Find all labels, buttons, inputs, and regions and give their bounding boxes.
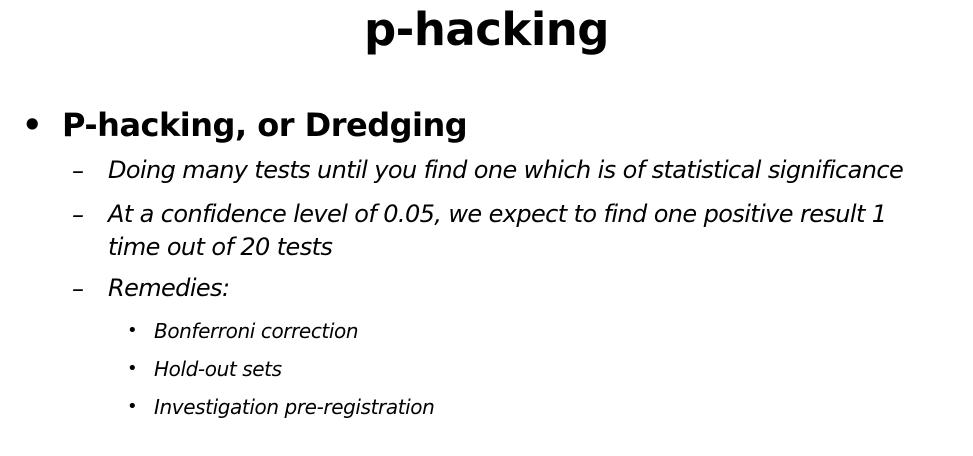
sub-bullet-remedies: Remedies:	[108, 274, 230, 302]
remedy-bonferroni-correction: Bonferroni correction	[154, 319, 359, 343]
bullet-heading-p-hacking: P-hacking, or Dredging	[62, 106, 468, 144]
remedy-hold-out-sets: Hold-out sets	[154, 357, 282, 381]
remedy-marker: •	[127, 358, 138, 379]
slide-title: p-hacking	[363, 3, 610, 56]
remedy-investigation-pre-registration: Investigation pre-registration	[154, 395, 435, 419]
remedy-marker: •	[127, 396, 138, 417]
remedy-marker: •	[127, 320, 138, 341]
slide: p-hacking • P-hacking, or Dredging – Doi…	[0, 0, 973, 456]
bullet-marker: •	[22, 106, 43, 144]
sub-bullet-marker: –	[72, 275, 84, 303]
sub-bullet-confidence-level: At a confidence level of 0.05, we expect…	[108, 200, 887, 261]
sub-bullet-marker: –	[72, 201, 84, 229]
sub-bullet-doing-many-tests: Doing many tests until you find one whic…	[108, 156, 904, 184]
sub-bullet-marker: –	[72, 157, 84, 185]
